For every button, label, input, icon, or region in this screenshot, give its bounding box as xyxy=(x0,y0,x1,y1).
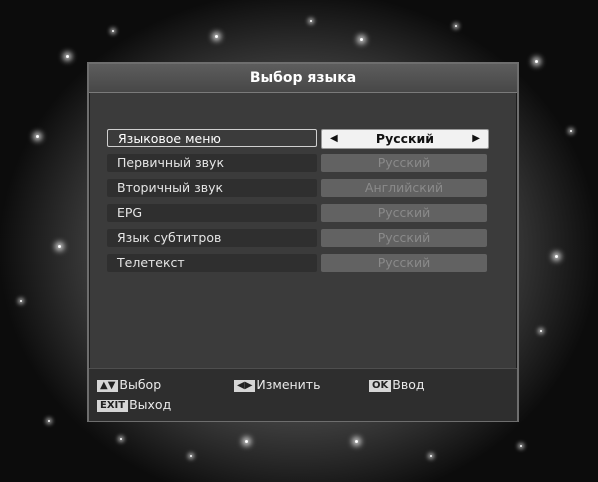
language-selection-dialog: Выбор языка Языковое меню ◀ Русский ▶ Пе… xyxy=(87,62,519,422)
star xyxy=(355,440,358,443)
setting-row-subtitle-language[interactable]: Язык субтитров Русский xyxy=(107,227,487,252)
hint-change: ◀▶ Изменить xyxy=(234,377,320,393)
setting-row-primary-audio[interactable]: Первичный звук Русский xyxy=(107,152,487,177)
hint-exit: EXIT Выход xyxy=(97,397,171,413)
setting-label: Языковое меню xyxy=(107,129,317,147)
star xyxy=(190,455,192,457)
setting-label: Первичный звук xyxy=(107,154,317,172)
setting-row-epg[interactable]: EPG Русский xyxy=(107,202,487,227)
star xyxy=(430,455,432,457)
star xyxy=(570,130,572,132)
star xyxy=(20,300,22,302)
star xyxy=(360,38,363,41)
star xyxy=(455,25,457,27)
hint-enter-label: Ввод xyxy=(392,377,425,392)
setting-label: Телетекст xyxy=(107,254,317,272)
arrow-left-icon[interactable]: ◀ xyxy=(330,130,338,148)
setting-value: Русский xyxy=(321,154,487,172)
star xyxy=(36,135,39,138)
setting-label: EPG xyxy=(107,204,317,222)
star xyxy=(66,55,69,58)
setting-value: Русский xyxy=(321,254,487,272)
star xyxy=(120,438,122,440)
hint-enter: OK Ввод xyxy=(369,377,424,393)
star xyxy=(48,420,50,422)
setting-row-secondary-audio[interactable]: Вторичный звук Английский xyxy=(107,177,487,202)
star xyxy=(58,245,61,248)
setting-value: Русский xyxy=(321,229,487,247)
up-down-arrows-icon: ▲▼ xyxy=(97,379,119,392)
left-right-arrows-icon: ◀▶ xyxy=(234,379,256,392)
key-hints-footer: ▲▼ Выбор ◀▶ Изменить OK Ввод EXIT Выход xyxy=(89,368,517,421)
hint-select: ▲▼ Выбор xyxy=(97,377,161,393)
setting-value-selector[interactable]: ◀ Русский ▶ xyxy=(321,129,489,149)
setting-label: Язык субтитров xyxy=(107,229,317,247)
star xyxy=(112,30,114,32)
setting-row-menu-language[interactable]: Языковое меню ◀ Русский ▶ xyxy=(107,127,489,152)
star xyxy=(535,60,538,63)
star xyxy=(540,330,542,332)
setting-row-teletext[interactable]: Телетекст Русский xyxy=(107,252,487,277)
setting-value: Русский xyxy=(321,204,487,222)
setting-value: Русский xyxy=(375,131,435,146)
hint-change-label: Изменить xyxy=(256,377,321,392)
exit-key: EXIT xyxy=(97,399,129,412)
star xyxy=(215,35,218,38)
star xyxy=(245,440,248,443)
hint-select-label: Выбор xyxy=(119,377,162,392)
arrow-right-icon[interactable]: ▶ xyxy=(472,130,480,148)
star xyxy=(520,445,522,447)
star xyxy=(310,20,312,22)
star xyxy=(555,255,558,258)
ok-key: OK xyxy=(369,379,392,392)
settings-list: Языковое меню ◀ Русский ▶ Первичный звук… xyxy=(107,127,489,277)
setting-value: Английский xyxy=(321,179,487,197)
hint-exit-label: Выход xyxy=(129,397,172,412)
dialog-title: Выбор языка xyxy=(89,64,517,93)
setting-label: Вторичный звук xyxy=(107,179,317,197)
